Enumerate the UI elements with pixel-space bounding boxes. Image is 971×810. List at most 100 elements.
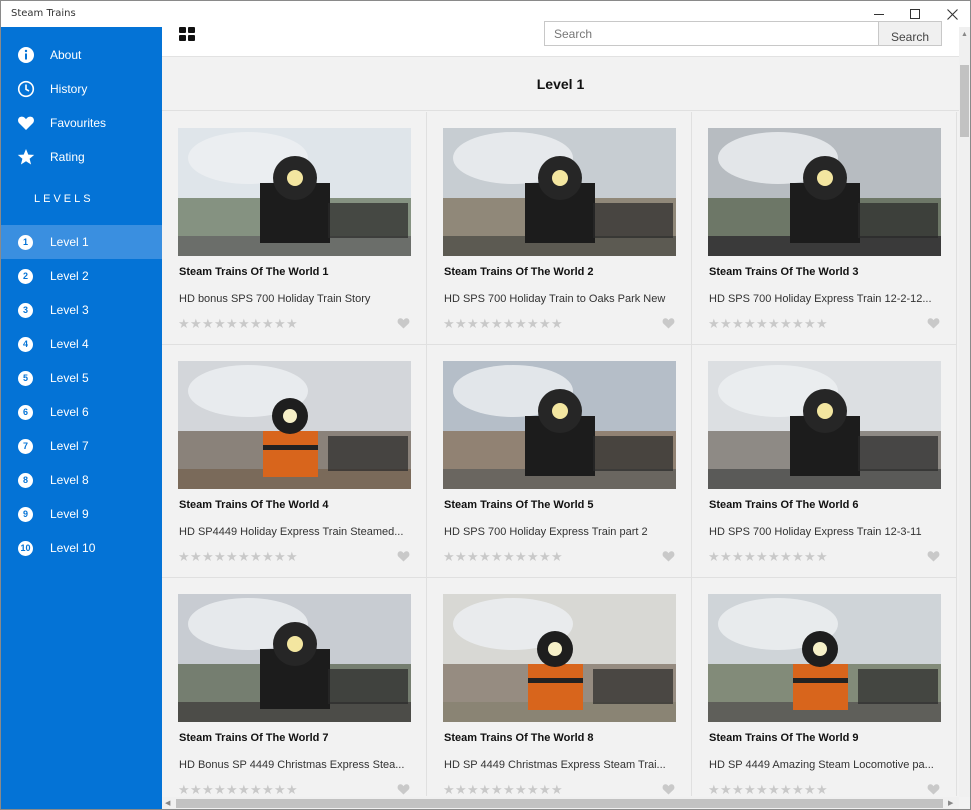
star-icon[interactable]: ★ (816, 782, 828, 796)
star-icon[interactable]: ★ (178, 316, 190, 332)
video-card[interactable]: Steam Trains Of The World 6 HD SPS 700 H… (692, 345, 957, 578)
star-icon[interactable]: ★ (178, 549, 190, 565)
video-thumbnail[interactable] (443, 361, 676, 489)
star-icon[interactable]: ★ (238, 782, 250, 796)
scroll-up-icon[interactable]: ▲ (961, 31, 968, 39)
horizontal-scrollbar[interactable]: ◀ ▶ (162, 797, 959, 809)
star-icon[interactable]: ★ (214, 316, 226, 332)
star-icon[interactable]: ★ (551, 316, 563, 332)
star-icon[interactable]: ★ (732, 316, 744, 332)
sidebar-item-level-7[interactable]: 7 Level 7 (1, 429, 162, 463)
favourite-heart-icon[interactable] (662, 317, 675, 329)
video-thumbnail[interactable] (708, 594, 941, 722)
star-rating[interactable]: ★★★★★★★★★★ (443, 782, 563, 796)
star-icon[interactable]: ★ (455, 316, 467, 332)
video-card[interactable]: Steam Trains Of The World 5 HD SPS 700 H… (427, 345, 692, 578)
star-icon[interactable]: ★ (527, 549, 539, 565)
star-rating[interactable]: ★★★★★★★★★★ (443, 316, 563, 332)
star-icon[interactable]: ★ (262, 782, 274, 796)
sidebar-item-about[interactable]: About (1, 38, 162, 72)
scroll-thumb[interactable] (176, 799, 943, 808)
star-icon[interactable]: ★ (443, 316, 455, 332)
star-icon[interactable]: ★ (443, 782, 455, 796)
star-icon[interactable]: ★ (816, 549, 828, 565)
star-icon[interactable]: ★ (792, 549, 804, 565)
favourite-heart-icon[interactable] (397, 317, 410, 329)
star-icon[interactable]: ★ (467, 316, 479, 332)
star-icon[interactable]: ★ (286, 549, 298, 565)
star-icon[interactable]: ★ (274, 782, 286, 796)
search-input[interactable] (545, 22, 878, 45)
star-icon[interactable]: ★ (202, 782, 214, 796)
star-icon[interactable]: ★ (539, 549, 551, 565)
star-icon[interactable]: ★ (744, 782, 756, 796)
star-icon[interactable]: ★ (816, 316, 828, 332)
star-rating[interactable]: ★★★★★★★★★★ (178, 549, 298, 565)
star-icon[interactable]: ★ (708, 549, 720, 565)
vertical-scrollbar[interactable]: ▲ (959, 27, 970, 797)
star-icon[interactable]: ★ (780, 782, 792, 796)
sidebar-item-history[interactable]: History (1, 72, 162, 106)
video-card[interactable]: Steam Trains Of The World 8 HD SP 4449 C… (427, 578, 692, 796)
star-icon[interactable]: ★ (286, 316, 298, 332)
star-icon[interactable]: ★ (768, 782, 780, 796)
star-icon[interactable]: ★ (226, 782, 238, 796)
star-icon[interactable]: ★ (214, 549, 226, 565)
star-icon[interactable]: ★ (238, 549, 250, 565)
star-icon[interactable]: ★ (443, 549, 455, 565)
star-icon[interactable]: ★ (527, 782, 539, 796)
star-icon[interactable]: ★ (732, 549, 744, 565)
star-icon[interactable]: ★ (720, 782, 732, 796)
star-icon[interactable]: ★ (190, 316, 202, 332)
star-icon[interactable]: ★ (732, 782, 744, 796)
star-icon[interactable]: ★ (503, 782, 515, 796)
star-rating[interactable]: ★★★★★★★★★★ (178, 782, 298, 796)
sidebar-item-level-3[interactable]: 3 Level 3 (1, 293, 162, 327)
star-rating[interactable]: ★★★★★★★★★★ (178, 316, 298, 332)
star-icon[interactable]: ★ (286, 782, 298, 796)
favourite-heart-icon[interactable] (927, 317, 940, 329)
grid-view-icon[interactable] (179, 27, 195, 43)
sidebar-item-level-5[interactable]: 5 Level 5 (1, 361, 162, 395)
star-icon[interactable]: ★ (756, 316, 768, 332)
sidebar-item-level-10[interactable]: 10 Level 10 (1, 531, 162, 565)
star-icon[interactable]: ★ (768, 316, 780, 332)
sidebar-item-level-4[interactable]: 4 Level 4 (1, 327, 162, 361)
star-icon[interactable]: ★ (491, 549, 503, 565)
star-icon[interactable]: ★ (756, 782, 768, 796)
star-icon[interactable]: ★ (202, 549, 214, 565)
video-thumbnail[interactable] (178, 361, 411, 489)
sidebar-item-level-1[interactable]: 1 Level 1 (1, 225, 162, 259)
star-icon[interactable]: ★ (720, 316, 732, 332)
sidebar-item-rating[interactable]: Rating (1, 140, 162, 174)
star-icon[interactable]: ★ (262, 316, 274, 332)
star-icon[interactable]: ★ (551, 549, 563, 565)
scroll-right-icon[interactable]: ▶ (948, 799, 953, 807)
video-card[interactable]: Steam Trains Of The World 9 HD SP 4449 A… (692, 578, 957, 796)
star-icon[interactable]: ★ (515, 316, 527, 332)
star-icon[interactable]: ★ (780, 549, 792, 565)
video-thumbnail[interactable] (178, 594, 411, 722)
star-icon[interactable]: ★ (178, 782, 190, 796)
search-button[interactable]: Search (878, 22, 941, 45)
sidebar-item-level-6[interactable]: 6 Level 6 (1, 395, 162, 429)
star-icon[interactable]: ★ (744, 549, 756, 565)
favourite-heart-icon[interactable] (397, 550, 410, 562)
video-thumbnail[interactable] (178, 128, 411, 256)
favourite-heart-icon[interactable] (662, 550, 675, 562)
star-icon[interactable]: ★ (792, 782, 804, 796)
star-icon[interactable]: ★ (491, 782, 503, 796)
video-card[interactable]: Steam Trains Of The World 1 HD bonus SPS… (162, 112, 427, 345)
star-icon[interactable]: ★ (250, 782, 262, 796)
favourite-heart-icon[interactable] (397, 783, 410, 795)
sidebar-item-level-8[interactable]: 8 Level 8 (1, 463, 162, 497)
star-icon[interactable]: ★ (250, 549, 262, 565)
star-icon[interactable]: ★ (467, 782, 479, 796)
star-icon[interactable]: ★ (479, 782, 491, 796)
star-icon[interactable]: ★ (274, 316, 286, 332)
sidebar-item-level-9[interactable]: 9 Level 9 (1, 497, 162, 531)
star-icon[interactable]: ★ (262, 549, 274, 565)
star-icon[interactable]: ★ (455, 782, 467, 796)
star-icon[interactable]: ★ (551, 782, 563, 796)
sidebar-item-level-2[interactable]: 2 Level 2 (1, 259, 162, 293)
